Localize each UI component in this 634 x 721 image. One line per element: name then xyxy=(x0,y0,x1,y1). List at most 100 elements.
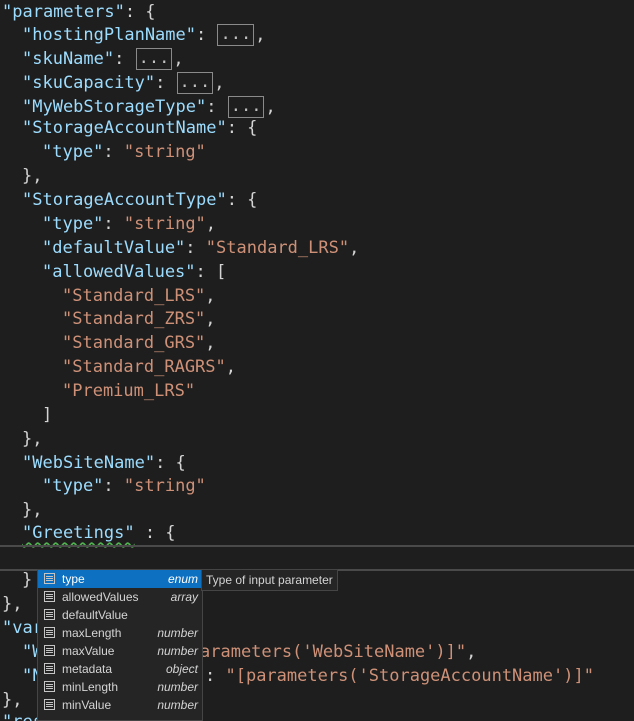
code-line: "Standard_ZRS", xyxy=(62,307,216,331)
punctuation: : xyxy=(185,238,206,258)
suggest-item-type: array xyxy=(170,590,198,604)
punctuation: , xyxy=(466,642,477,662)
code-line: "Standard_GRS", xyxy=(62,331,216,355)
suggest-item-metadata[interactable]: metadata object xyxy=(38,660,202,678)
suggest-item-label: maxLength xyxy=(62,626,122,640)
punctuation: , xyxy=(255,25,266,45)
code-line: "StorageAccountName": { xyxy=(22,116,257,140)
suggest-item-minLength[interactable]: minLength number xyxy=(38,678,202,696)
code-line: "Standard_LRS", xyxy=(62,284,216,308)
code-line: }, xyxy=(22,166,43,186)
json-string: "string" xyxy=(123,476,206,496)
json-key: "StorageAccountType" xyxy=(22,190,227,210)
punctuation: : { xyxy=(226,190,258,210)
suggest-item-defaultValue[interactable]: defaultValue xyxy=(38,606,202,624)
punctuation: , xyxy=(214,73,225,93)
code-line: "Greetings" : { xyxy=(22,521,176,545)
suggest-item-label: type xyxy=(62,572,85,586)
current-line-highlight[interactable] xyxy=(0,545,634,571)
punctuation: , xyxy=(205,333,216,353)
code-line: arameters('WebSiteName')]", xyxy=(200,640,476,664)
folded-region[interactable]: ... xyxy=(176,72,214,94)
punctuation: : [ xyxy=(195,262,227,282)
json-key: "type" xyxy=(42,476,104,496)
code-line: } xyxy=(22,570,33,590)
property-icon xyxy=(44,645,55,656)
suggest-item-allowedValues[interactable]: allowedValues array xyxy=(38,588,202,606)
punctuation: : xyxy=(103,142,124,162)
json-key: "skuCapacity" xyxy=(22,73,156,93)
code-line: ] xyxy=(42,405,53,425)
json-string: "Standard_GRS" xyxy=(62,333,206,353)
folded-region[interactable]: ... xyxy=(227,96,265,118)
punctuation: : xyxy=(114,49,135,69)
punctuation: : { xyxy=(124,2,156,22)
suggest-item-label: allowedValues xyxy=(62,590,139,604)
suggest-item-label: minValue xyxy=(62,698,112,712)
suggest-item-label: maxValue xyxy=(62,644,115,658)
code-line: "WebSiteName": { xyxy=(22,451,186,475)
folded-region[interactable]: ... xyxy=(135,48,173,70)
json-string: "Standard_LRS" xyxy=(205,238,350,258)
json-key: "StorageAccountName" xyxy=(22,118,227,138)
code-line: }, xyxy=(22,500,43,520)
punctuation: : xyxy=(103,476,124,496)
code-line: "defaultValue": "Standard_LRS", xyxy=(42,236,359,260)
suggest-item-type: number xyxy=(157,644,198,658)
punctuation: : { xyxy=(155,453,186,473)
punctuation: , xyxy=(349,238,360,258)
punctuation: : xyxy=(103,214,124,234)
suggest-item-type: enum xyxy=(167,572,198,586)
code-line: }, xyxy=(22,429,43,449)
code-line: : "[parameters('StorageAccountName')]" xyxy=(205,664,594,688)
code-line: "parameters": { xyxy=(2,0,156,24)
suggest-item-type[interactable]: type enum xyxy=(38,570,202,588)
json-key: "defaultValue" xyxy=(42,238,186,258)
punctuation: , xyxy=(205,214,217,234)
code-editor[interactable]: "parameters": { "hostingPlanName": ..., … xyxy=(0,0,634,721)
json-key: "parameters" xyxy=(2,2,125,22)
code-line: "StorageAccountType": { xyxy=(22,188,257,212)
punctuation: : xyxy=(205,666,226,686)
json-key-warning: "Greetings" xyxy=(22,523,135,543)
json-key: "WebSiteName" xyxy=(22,453,156,473)
json-key: "type" xyxy=(42,214,104,234)
suggest-item-maxLength[interactable]: maxLength number xyxy=(38,624,202,642)
suggest-item-type: number xyxy=(157,626,198,640)
punctuation: , xyxy=(225,357,237,377)
suggest-item-minValue[interactable]: minValue number xyxy=(38,696,202,714)
property-icon xyxy=(44,591,55,602)
json-string: "Premium_LRS" xyxy=(62,381,196,401)
punctuation: : xyxy=(196,25,217,45)
punctuation: , xyxy=(173,49,184,69)
property-icon xyxy=(44,699,55,710)
code-line: "type": "string" xyxy=(42,474,206,498)
suggest-widget[interactable]: type enum allowedValues array defaultValue ma… xyxy=(37,569,203,721)
suggest-item-maxValue[interactable]: maxValue number xyxy=(38,642,202,660)
suggest-item-label: metadata xyxy=(62,662,113,676)
folded-region[interactable]: ... xyxy=(217,24,255,46)
punctuation: : xyxy=(206,97,227,117)
suggest-item-type: number xyxy=(157,680,198,694)
punctuation: , xyxy=(205,309,216,329)
code-line: "skuName": ..., xyxy=(22,47,184,71)
code-line: "type": "string" xyxy=(42,140,206,164)
json-string: "Standard_ZRS" xyxy=(62,309,206,329)
suggest-item-label: minLength xyxy=(62,680,119,694)
property-icon xyxy=(44,627,55,638)
json-string: "string" xyxy=(123,142,206,162)
punctuation: : { xyxy=(134,523,176,543)
json-key: "allowedValues" xyxy=(42,262,196,282)
json-string: "Standard_LRS" xyxy=(62,286,206,306)
code-line: "allowedValues": [ xyxy=(42,260,226,284)
json-key: "MyWebStorageType" xyxy=(22,97,207,117)
code-line: }, xyxy=(2,594,23,614)
code-line: "type": "string", xyxy=(42,212,216,236)
json-key: "hostingPlanName" xyxy=(22,25,196,45)
punctuation: , xyxy=(205,286,216,306)
suggest-details: Type of input parameter xyxy=(201,569,338,591)
code-line: "hostingPlanName": ..., xyxy=(22,23,265,47)
property-icon xyxy=(44,609,55,620)
code-line: "Standard_RAGRS", xyxy=(62,355,236,379)
json-string: "[parameters('StorageAccountName')]" xyxy=(225,666,594,686)
